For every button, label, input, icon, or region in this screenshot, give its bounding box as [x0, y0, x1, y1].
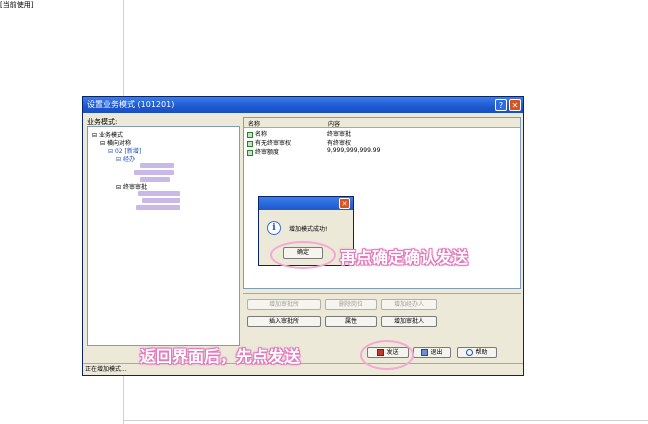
table-row[interactable]: 终审额度 — [247, 147, 279, 156]
properties-button[interactable]: 属性 — [325, 316, 377, 327]
help-icon[interactable]: ? — [495, 99, 507, 111]
highlight-ring-send — [360, 340, 414, 370]
message-text: 增加模式成功! — [289, 226, 328, 233]
redacted-node — [140, 163, 174, 168]
field-icon — [247, 131, 253, 138]
redacted-node — [134, 170, 174, 175]
message-close-icon[interactable]: ✕ — [339, 198, 350, 209]
annotation-confirm: 再点确定确认发送 — [340, 248, 469, 267]
grid-header: 名称 内容 — [244, 118, 520, 128]
table-cell: 9,999,999,999.99 — [327, 147, 381, 154]
table-row[interactable]: 名称 — [247, 129, 267, 138]
field-icon — [247, 140, 253, 147]
add-handler-button[interactable]: 增加经办人 — [381, 299, 437, 310]
business-mode-tree[interactable]: ⊟ 业务模式 ⊟ 横向对称 ⊟ 02 [新增] ⊟ 经办 ⊟ 终审审批 — [87, 126, 240, 346]
help-button[interactable]: 帮助 — [457, 347, 497, 358]
dialog-title: 设置业务模式 (101201) — [83, 97, 523, 113]
close-icon[interactable]: ✕ — [509, 99, 521, 111]
field-icon — [247, 149, 253, 156]
column-name: 名称 — [248, 121, 261, 128]
table-cell: 有终审权 — [327, 140, 352, 147]
delete-post-button[interactable]: 删除岗位 — [325, 299, 377, 310]
table-cell: 终审审批 — [327, 131, 352, 138]
info-icon: i — [267, 221, 281, 235]
exit-button[interactable]: 退出 — [413, 347, 451, 358]
current-use-label: [当前使用] — [0, 1, 34, 9]
tree-node[interactable]: ⊟ 经办 — [116, 154, 135, 163]
redacted-node — [136, 205, 180, 210]
separator — [243, 293, 521, 294]
highlight-ring-ok — [270, 241, 336, 269]
annotation-send: 返回界面后，先点发送 — [140, 347, 301, 366]
divider-horizontal — [123, 420, 648, 421]
column-content: 内容 — [328, 121, 341, 128]
redacted-node — [142, 198, 180, 203]
exit-icon — [421, 349, 429, 356]
redacted-node — [138, 191, 180, 196]
insert-approval-button[interactable]: 插入审批所 — [247, 316, 321, 327]
table-row[interactable]: 有无终审审权 — [247, 138, 291, 147]
add-approver-button[interactable]: 增加审批人 — [381, 316, 437, 327]
question-icon — [466, 349, 474, 356]
tree-node[interactable]: ⊟ 终审审批 — [116, 182, 147, 191]
add-approval-button[interactable]: 增加审批所 — [247, 299, 321, 310]
